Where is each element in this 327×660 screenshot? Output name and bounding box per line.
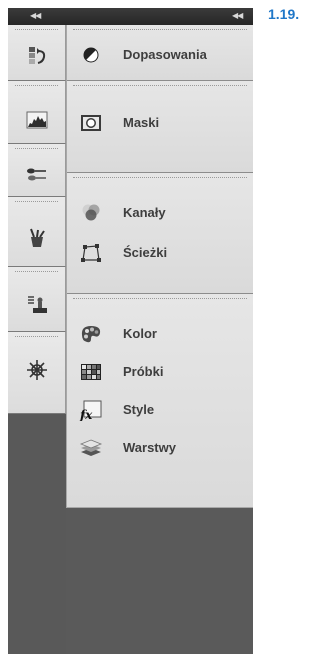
panel-item-label: Warstwy	[123, 440, 176, 455]
panel-item-label: Style	[123, 402, 155, 417]
masks-icon	[79, 112, 103, 134]
panel-dock: ◀◀ ◀◀ Dopasowania Maski Kanały Ścieżki K…	[8, 8, 253, 654]
group-grip[interactable]	[73, 177, 247, 178]
dock-title-bar: ◀◀ ◀◀	[8, 8, 253, 25]
screenshot-stage: 1.19. ◀◀ ◀◀ Dopasowania Maski Kanały Ści…	[0, 0, 327, 660]
paths-icon	[79, 242, 103, 264]
icon-group-history	[8, 25, 66, 81]
panel-item-label: Ścieżki	[123, 245, 168, 260]
panel-item-paths[interactable]: Ścieżki	[67, 235, 253, 271]
tool-presets-icon[interactable]	[26, 227, 48, 249]
expanded-panel-column: Dopasowania Maski Kanały Ścieżki Kolor P…	[66, 25, 253, 508]
swatches-icon	[79, 361, 103, 383]
group-grip[interactable]	[15, 271, 58, 272]
panel-item-label: Dopasowania	[123, 47, 207, 62]
group-grip[interactable]	[15, 85, 58, 86]
icon-group-navigator	[8, 332, 66, 414]
styles-icon: fx	[79, 399, 103, 422]
color-icon	[79, 323, 103, 345]
panel-group-adjustments: Dopasowania	[67, 25, 253, 81]
group-grip[interactable]	[15, 29, 58, 30]
panel-group-masks: Maski	[67, 81, 253, 173]
group-grip[interactable]	[73, 29, 247, 30]
panel-item-label: Kolor	[123, 326, 157, 341]
panel-item-swatches[interactable]: Próbki	[67, 354, 253, 390]
group-grip[interactable]	[73, 85, 247, 86]
figure-label: 1.19.	[268, 6, 300, 22]
svg-text:fx: fx	[79, 408, 93, 421]
history-icon[interactable]	[26, 45, 48, 67]
group-grip[interactable]	[73, 298, 247, 299]
panel-item-layers[interactable]: Warstwy	[67, 430, 253, 466]
panel-item-masks[interactable]: Maski	[67, 105, 253, 141]
icon-group-clone-source	[8, 267, 66, 332]
clone-source-icon[interactable]	[26, 294, 48, 316]
group-grip[interactable]	[15, 201, 58, 202]
panel-item-adjustments[interactable]: Dopasowania	[67, 37, 253, 73]
panel-item-label: Kanały	[123, 205, 166, 220]
icon-group-tool-presets	[8, 197, 66, 267]
panel-item-channels[interactable]: Kanały	[67, 195, 253, 231]
collapsed-icon-column	[8, 25, 66, 654]
panel-item-label: Maski	[123, 115, 160, 130]
panel-group-color-layers: Kolor Próbki fx Style Warstwy	[67, 294, 253, 508]
collapse-icons-button[interactable]: ◀◀	[30, 10, 41, 22]
panel-item-label: Próbki	[123, 364, 164, 379]
group-grip[interactable]	[15, 336, 58, 337]
adjustments-icon	[79, 44, 103, 66]
panel-item-color[interactable]: Kolor	[67, 316, 253, 352]
channels-icon	[79, 202, 103, 224]
group-grip[interactable]	[15, 148, 58, 149]
collapse-panels-button[interactable]: ◀◀	[232, 10, 243, 22]
panel-group-channels-paths: Kanały Ścieżki	[67, 173, 253, 294]
navigator-icon[interactable]	[26, 359, 48, 381]
icon-group-brushes	[8, 144, 66, 197]
brush-presets-icon[interactable]	[26, 164, 48, 186]
layers-icon	[79, 437, 103, 459]
panel-item-styles[interactable]: fx Style	[67, 392, 253, 428]
icon-group-histogram	[8, 81, 66, 144]
histogram-icon[interactable]	[26, 109, 48, 131]
